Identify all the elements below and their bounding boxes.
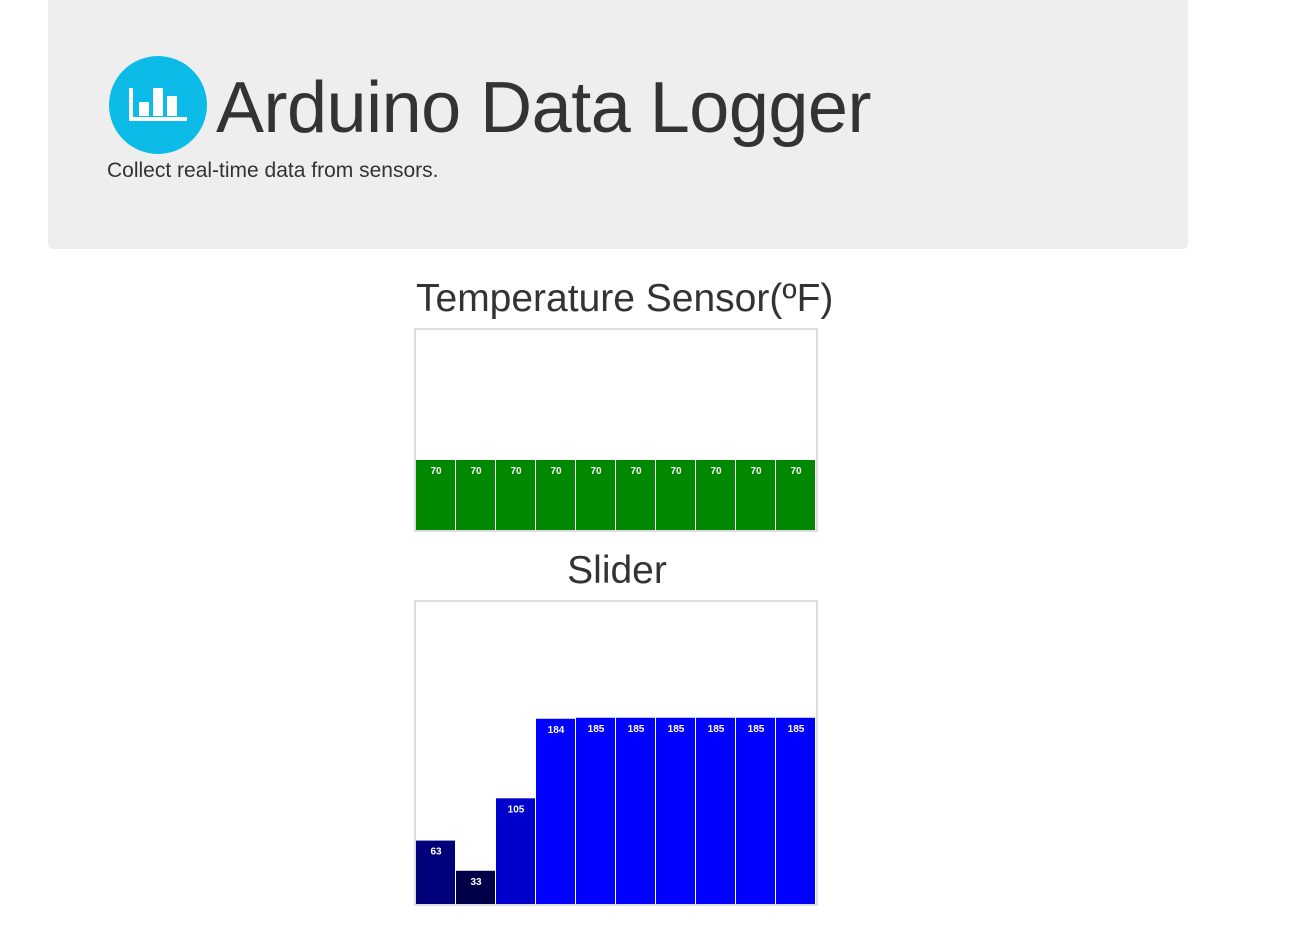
temperature-bar-label: 70 — [750, 466, 762, 477]
temperature-bar-label: 70 — [590, 466, 602, 477]
slider-bar — [536, 718, 575, 904]
temperature-chart: 70 70 70 70 70 70 70 70 70 70 — [414, 328, 818, 532]
slider-bar-label: 185 — [788, 724, 805, 735]
temperature-bar-label: 70 — [790, 466, 802, 477]
temperature-bar-label: 70 — [710, 466, 722, 477]
slider-bar — [616, 717, 655, 904]
slider-bar-label: 185 — [668, 724, 685, 735]
slider-bar-label: 184 — [548, 725, 565, 736]
temperature-chart-svg: 70 70 70 70 70 70 70 70 70 70 — [416, 460, 815, 530]
slider-chart: 63 33 105 184 185 185 185 185 185 185 — [414, 600, 818, 906]
slider-chart-title: Slider — [567, 549, 667, 592]
temperature-bar-label: 70 — [470, 466, 482, 477]
slider-bar-label: 105 — [508, 804, 525, 815]
slider-bar-label: 63 — [430, 847, 442, 858]
page-title: Arduino Data Logger — [216, 68, 871, 148]
slider-bar — [736, 717, 775, 904]
slider-bar — [696, 717, 735, 904]
page-subtitle: Collect real-time data from sensors. — [107, 159, 439, 182]
bar-chart-icon — [109, 56, 207, 154]
slider-bar — [656, 717, 695, 904]
slider-bar-label: 185 — [588, 724, 605, 735]
temperature-bar-label: 70 — [430, 466, 442, 477]
slider-bar — [576, 717, 615, 904]
temperature-bar-label: 70 — [670, 466, 682, 477]
slider-bar-label: 185 — [748, 724, 765, 735]
slider-bar-label: 185 — [708, 724, 725, 735]
slider-bar-label: 185 — [628, 724, 645, 735]
slider-chart-svg: 63 33 105 184 185 185 185 185 185 185 — [416, 717, 815, 904]
slider-bar-label: 33 — [470, 877, 482, 888]
temperature-bar-label: 70 — [510, 466, 522, 477]
temperature-chart-title: Temperature Sensor(ºF) — [416, 277, 834, 320]
slider-bar — [776, 717, 815, 904]
temperature-bar-label: 70 — [550, 466, 562, 477]
temperature-bar-label: 70 — [630, 466, 642, 477]
